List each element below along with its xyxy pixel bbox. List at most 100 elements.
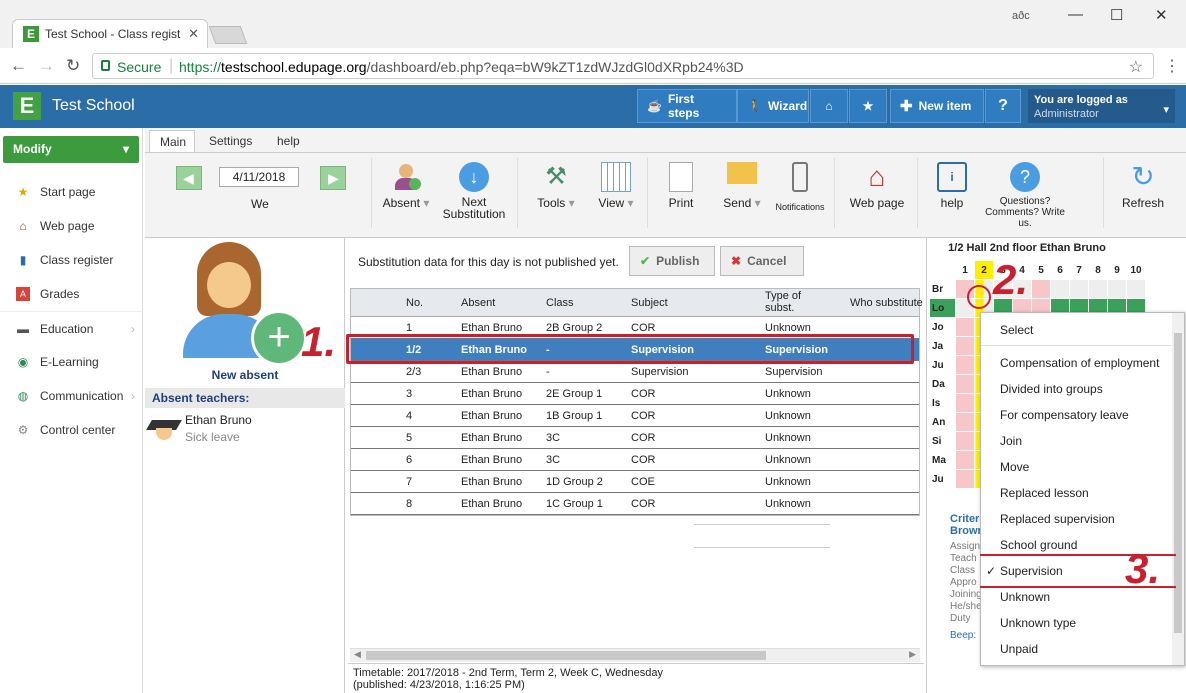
web-page-button[interactable]: ⌂ Web page [844, 162, 910, 211]
table-row[interactable]: 4 Ethan Bruno 1B Group 1 COR Unknown [351, 405, 919, 427]
menu-item[interactable]: For compensatory leave [981, 402, 1171, 428]
absent-teacher-name[interactable]: Ethan Bruno [185, 413, 252, 427]
profile-badge[interactable]: aðc [1012, 10, 1030, 22]
scroll-left-icon[interactable]: ◀ [354, 649, 361, 660]
schedule-cell[interactable] [955, 317, 975, 337]
schedule-cell[interactable] [1069, 279, 1089, 299]
close-window-icon[interactable]: ✕ [1155, 6, 1168, 24]
refresh-button[interactable]: ↻ Refresh [1113, 162, 1173, 211]
schedule-cell[interactable] [1088, 279, 1108, 299]
reload-icon[interactable]: ↻ [66, 56, 80, 76]
tab-main[interactable]: Main [149, 130, 195, 152]
back-icon[interactable]: ← [10, 56, 27, 76]
sidebar-item-web-page[interactable]: ⌂ Web page [0, 209, 143, 243]
sidebar-item-education[interactable]: ▬ Education › [0, 311, 143, 345]
tab-settings[interactable]: Settings [199, 130, 262, 152]
schedule-cell[interactable] [955, 374, 975, 394]
tools-button[interactable]: ⚒ Tools ▾ [528, 162, 584, 210]
cancel-button[interactable]: ✖ Cancel [720, 246, 804, 276]
schedule-cell[interactable] [955, 450, 975, 470]
absence-reason: Sick leave [185, 430, 240, 444]
help-ribbon-button[interactable]: i help [927, 162, 977, 210]
next-day-button[interactable]: ▶ [320, 166, 346, 190]
table-row[interactable]: 2/3 Ethan Bruno - Supervision Supervision [351, 361, 919, 383]
new-absent-button[interactable]: + [183, 240, 307, 366]
user-menu[interactable]: You are logged as Administrator ▾ [1028, 89, 1175, 123]
schedule-cell[interactable] [955, 393, 975, 413]
menu-item[interactable]: Divided into groups [981, 376, 1171, 402]
table-row[interactable]: 6 Ethan Bruno 3C COR Unknown [351, 449, 919, 471]
table-row[interactable]: 5 Ethan Bruno 3C COR Unknown [351, 427, 919, 449]
sidebar-item-class-register[interactable]: ▮ Class register [0, 243, 143, 277]
sidebar-item-grades[interactable]: A Grades [0, 277, 143, 311]
help-button[interactable]: ? [985, 89, 1021, 123]
cell-absent: Ethan Bruno [461, 454, 523, 466]
schedule-cell[interactable] [955, 469, 975, 489]
sidebar-item-e-learning[interactable]: ◉ E-Learning [0, 345, 143, 379]
schedule-cell[interactable] [1126, 279, 1146, 299]
menu-item[interactable]: Compensation of employment [981, 350, 1171, 376]
schedule-cell[interactable] [955, 431, 975, 451]
absent-button[interactable]: Absent ▾ [378, 162, 434, 210]
browser-tab[interactable]: E Test School - Class regist ✕ [12, 19, 208, 49]
menu-item[interactable]: Move [981, 454, 1171, 480]
edupage-logo-icon[interactable]: E [13, 92, 41, 120]
school-name[interactable]: Test School [52, 97, 135, 115]
sidebar-item-control-center[interactable]: ⚙ Control center [0, 413, 143, 447]
schedule-cell[interactable] [1107, 279, 1127, 299]
schedule-cell[interactable] [1031, 279, 1051, 299]
menu-scrollbar[interactable] [1172, 313, 1184, 665]
next-substitution-button[interactable]: ↓ Next Substitution [438, 162, 510, 220]
print-button[interactable]: Print [656, 162, 706, 210]
menu-item[interactable]: Unpaid [981, 636, 1171, 662]
cell-no: 6 [406, 454, 413, 466]
first-steps-button[interactable]: ☕ First steps [637, 89, 737, 123]
education-icon: ▬ [17, 321, 29, 336]
forward-icon[interactable]: → [38, 56, 55, 76]
tab-help[interactable]: help [267, 130, 310, 152]
new-absent-label[interactable]: New absent [145, 368, 345, 382]
cell-type: Unknown [765, 410, 811, 422]
menu-item[interactable]: Replaced lesson [981, 480, 1171, 506]
table-row[interactable]: 7 Ethan Bruno 1D Group 2 COE Unknown [351, 471, 919, 493]
wizard-button[interactable]: 🚶 Wizard [737, 89, 809, 123]
schedule-cell[interactable] [955, 412, 975, 432]
menu-item[interactable]: Join [981, 428, 1171, 454]
new-tab-button[interactable] [208, 26, 248, 44]
publish-button[interactable]: ✔ Publish [629, 246, 715, 276]
schedule-cell[interactable] [1050, 279, 1070, 299]
favorites-button[interactable]: ★ [849, 89, 887, 123]
table-row[interactable]: 3 Ethan Bruno 2E Group 1 COR Unknown [351, 383, 919, 405]
date-input[interactable]: 4/11/2018 [219, 167, 299, 187]
menu-item[interactable]: Unknown type [981, 610, 1171, 636]
questions-button[interactable]: ? Questions? Comments? Write us. [983, 162, 1067, 229]
url-input[interactable]: Secure | https://testschool.edupage.org/… [92, 53, 1154, 79]
browser-menu-icon[interactable]: ⋮ [1164, 56, 1180, 76]
coffee-icon: ☕ [647, 99, 662, 113]
new-item-button[interactable]: ✚ New item [890, 89, 984, 123]
chevron-down-icon: ▾ [1163, 104, 1169, 116]
cell-no: 5 [406, 432, 413, 444]
schedule-cell[interactable] [955, 355, 975, 375]
sidebar-item-communication[interactable]: ◍ Communication › [0, 379, 143, 413]
close-tab-icon[interactable]: ✕ [188, 26, 199, 42]
modify-button[interactable]: Modify ▾ [3, 136, 139, 163]
home-button[interactable]: ⌂ [810, 89, 848, 123]
minimize-icon[interactable]: — [1068, 6, 1083, 23]
prev-day-button[interactable]: ◀ [176, 166, 202, 190]
view-button[interactable]: View ▾ [588, 162, 644, 210]
menu-item[interactable]: Replaced supervision [981, 506, 1171, 532]
gear-icon: ⚙ [17, 423, 29, 437]
send-button[interactable]: Send ▾ [713, 162, 771, 210]
annotation-2: 2. [993, 256, 1029, 303]
horizontal-scrollbar[interactable]: ◀ ▶ [350, 648, 920, 662]
table-row[interactable]: 8 Ethan Bruno 1C Group 1 COR Unknown [351, 493, 919, 515]
scroll-right-icon[interactable]: ▶ [909, 649, 916, 660]
notifications-button[interactable]: Notifications [773, 162, 827, 212]
sidebar: Modify ▾ ★ Start page ⌂ Web page ▮ Class reg… [0, 128, 143, 693]
sidebar-item-start-page[interactable]: ★ Start page [0, 175, 143, 209]
bookmark-star-icon[interactable]: ☆ [1129, 57, 1143, 77]
schedule-cell[interactable] [955, 336, 975, 356]
maximize-icon[interactable]: ☐ [1110, 6, 1123, 24]
menu-item[interactable]: Select [981, 317, 1171, 343]
